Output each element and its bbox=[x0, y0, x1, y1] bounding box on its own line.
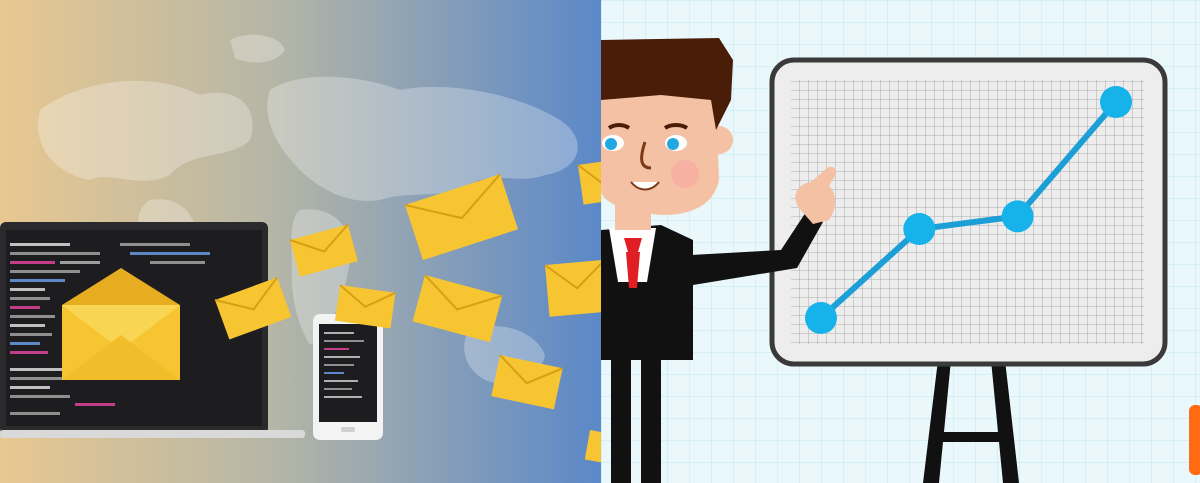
email-scene bbox=[0, 0, 601, 483]
email-marketing-panel bbox=[0, 0, 601, 483]
phone-home-button bbox=[341, 427, 355, 432]
business-presentation-panel bbox=[601, 0, 1200, 483]
pupil bbox=[605, 138, 617, 150]
smartphone bbox=[313, 314, 383, 440]
chart-point bbox=[903, 213, 936, 246]
image-stage bbox=[0, 0, 1200, 483]
ear bbox=[705, 126, 733, 154]
leg bbox=[611, 360, 631, 483]
chart-point bbox=[805, 302, 837, 334]
leg bbox=[641, 360, 661, 483]
board-grid bbox=[791, 80, 1144, 344]
presentation-scene bbox=[601, 0, 1200, 483]
chart-point bbox=[1001, 200, 1034, 233]
pupil bbox=[667, 138, 679, 150]
laptop-base bbox=[0, 430, 305, 438]
envelope-icon bbox=[544, 259, 601, 317]
cheek bbox=[671, 160, 699, 188]
laptop bbox=[0, 222, 305, 438]
chart-point bbox=[1100, 86, 1132, 118]
orange-corner-shape bbox=[1189, 405, 1200, 475]
